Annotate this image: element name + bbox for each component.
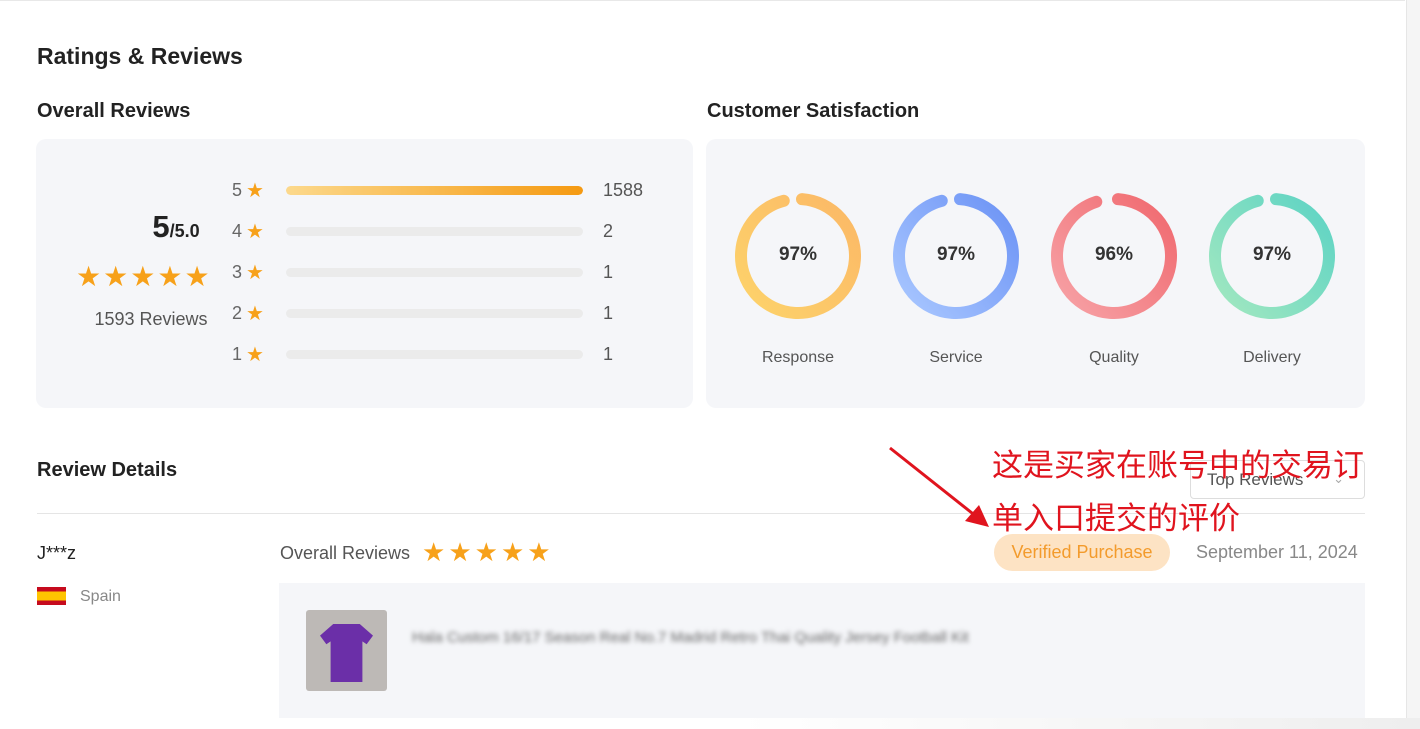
score-value: 5	[152, 209, 170, 244]
star-icon: ★	[76, 261, 102, 292]
rating-bar	[286, 308, 583, 318]
satisfaction-label: Response	[761, 349, 835, 366]
star-icon: ★	[130, 261, 156, 292]
rating-row-3[interactable]: 3 ★ 1	[232, 260, 613, 284]
star-icon: ★	[246, 302, 264, 325]
satisfaction-service: 97% Service	[891, 191, 1021, 367]
rating-bar	[286, 185, 583, 195]
rating-level: 2	[232, 302, 243, 323]
star-icon: ★	[500, 537, 525, 567]
rating-level: 5	[232, 179, 243, 200]
review-count: 1593 Reviews	[94, 309, 208, 329]
score-max: /5.0	[169, 221, 200, 241]
review-details-title: Review Details	[37, 459, 178, 481]
star-icon: ★	[184, 261, 210, 292]
overall-reviews-title: Overall Reviews	[37, 100, 191, 122]
satisfaction-value: 97%	[936, 244, 976, 265]
customer-satisfaction-title: Customer Satisfaction	[707, 100, 920, 122]
scrollbar[interactable]	[1406, 0, 1420, 729]
star-icon: ★	[246, 179, 264, 202]
product-thumbnail[interactable]	[306, 610, 387, 691]
average-score: 5/5.0	[126, 209, 226, 245]
satisfaction-value: 96%	[1094, 244, 1134, 265]
rating-level: 1	[232, 343, 243, 364]
verified-purchase-badge: Verified Purchase	[994, 534, 1170, 571]
page-title: Ratings & Reviews	[37, 43, 243, 69]
rating-bar-fill	[286, 185, 583, 195]
satisfaction-label: Delivery	[1243, 349, 1301, 366]
rating-count: 1	[603, 343, 614, 364]
rating-count: 1	[603, 261, 614, 282]
satisfaction-delivery: 97% Delivery	[1207, 191, 1337, 367]
satisfaction-label: Service	[929, 349, 983, 366]
satisfaction-response: 97% Response	[733, 191, 863, 367]
star-icon: ★	[422, 537, 446, 567]
rating-row-1[interactable]: 1 ★ 1	[232, 342, 613, 366]
satisfaction-label: Quality	[1089, 349, 1139, 366]
star-icon: ★	[246, 261, 264, 284]
annotation-line-2: 单入口提交的评价	[992, 501, 1240, 536]
rating-level: 4	[232, 220, 243, 241]
review-date: September 11, 2024	[1196, 542, 1358, 562]
rating-bar	[286, 226, 583, 236]
reviewer-country: Spain	[80, 588, 121, 605]
rating-bar	[286, 267, 583, 277]
spain-flag-icon	[37, 587, 66, 605]
star-icon: ★	[474, 537, 498, 567]
rating-count: 2	[603, 220, 614, 241]
review-overall-label: Overall Reviews	[280, 543, 411, 563]
reviewer-name: J***z	[37, 543, 77, 563]
rating-level: 3	[232, 261, 243, 282]
customer-satisfaction-card: 97% Response 97% Service 96% Quality 97% Delive…	[706, 139, 1365, 408]
product-card[interactable]: Hala Custom 16/17 Season Real No.7 Madri…	[279, 583, 1365, 718]
rating-row-2[interactable]: 2 ★ 1	[232, 301, 613, 325]
rating-row-4[interactable]: 4 ★ 2	[232, 219, 613, 243]
star-icon: ★	[527, 537, 551, 567]
bottom-shadow	[740, 718, 1420, 729]
star-icon: ★	[246, 343, 264, 366]
star-icon: ★	[448, 537, 472, 567]
satisfaction-value: 97%	[778, 244, 818, 265]
top-divider	[0, 0, 1405, 1]
star-icon: ★	[157, 261, 183, 292]
rating-count: 1	[603, 302, 614, 323]
rating-row-5[interactable]: 5 ★ 1588	[232, 178, 643, 202]
average-stars: ★ ★ ★ ★ ★	[76, 263, 210, 291]
annotation-arrow-icon	[889, 446, 989, 527]
satisfaction-value: 97%	[1252, 244, 1292, 265]
jersey-image	[320, 624, 373, 682]
satisfaction-quality: 96% Quality	[1049, 191, 1179, 367]
overall-reviews-card: 5/5.0 ★ ★ ★ ★ ★ 1593 Reviews 5 ★ 1588 4 ★ 2 3 ★ 1 2 ★ 1…	[36, 139, 693, 408]
star-icon: ★	[246, 220, 264, 243]
annotation-line-1: 这是买家在账号中的交易订	[992, 448, 1364, 483]
star-icon: ★	[103, 261, 129, 292]
review-stars: ★ ★ ★ ★ ★	[422, 538, 551, 566]
rating-count: 1588	[603, 179, 644, 200]
rating-bar	[286, 349, 583, 359]
product-title[interactable]: Hala Custom 16/17 Season Real No.7 Madri…	[412, 629, 969, 646]
